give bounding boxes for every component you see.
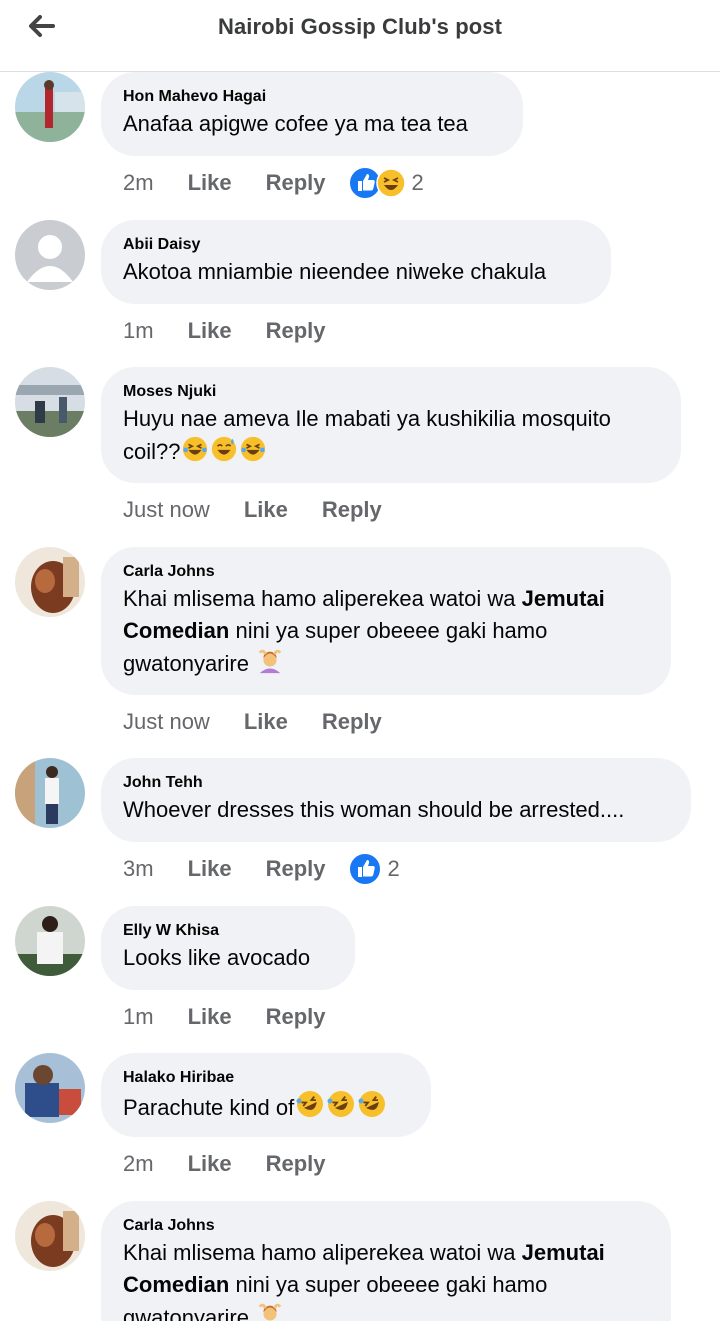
avatar[interactable]: [15, 220, 85, 290]
reply-button[interactable]: Reply: [266, 1004, 326, 1030]
mention-text[interactable]: Jemutai: [522, 586, 605, 611]
comment-bubble: Hon Mahevo Hagai Anafaa apigwe cofee ya …: [101, 72, 523, 156]
comment-actions: 1m Like Reply: [123, 315, 360, 347]
comment-bubble: Carla Johns Khai mlisema hamo aliperekea…: [101, 1201, 671, 1321]
comment-author[interactable]: Elly W Khisa: [123, 920, 333, 942]
laughing-emoji-icon: [241, 436, 266, 462]
comment-time[interactable]: Just now: [123, 709, 210, 735]
rolling-laughing-emoji-icon: [358, 1091, 386, 1117]
comment-time[interactable]: Just now: [123, 497, 210, 523]
laughing-emoji-icon: [375, 168, 406, 198]
like-button[interactable]: Like: [188, 170, 232, 196]
like-button[interactable]: Like: [244, 497, 288, 523]
comment-text-part: gwatonyarire: [123, 651, 256, 676]
comment-time[interactable]: 1m: [123, 318, 154, 344]
thumbs-up-icon: [347, 852, 382, 886]
avatar[interactable]: [15, 72, 85, 142]
like-button[interactable]: Like: [244, 709, 288, 735]
like-button[interactable]: Like: [188, 318, 232, 344]
comment-text: Akotoa mniambie nieendee niweke chakula: [123, 259, 547, 284]
avatar[interactable]: [15, 1201, 85, 1271]
avatar[interactable]: [15, 758, 85, 828]
like-button[interactable]: Like: [188, 856, 232, 882]
reply-button[interactable]: Reply: [266, 1151, 326, 1177]
comment-bubble: Moses Njuki Huyu nae ameva Ile mabati ya…: [101, 367, 681, 483]
comment-text: Anafaa apigwe cofee ya ma tea tea: [123, 111, 468, 136]
avatar[interactable]: [15, 906, 85, 976]
comment-text-line: coil??: [123, 439, 181, 464]
comment-bubble: Abii Daisy Akotoa mniambie nieendee niwe…: [101, 220, 611, 304]
comment-author[interactable]: Carla Johns: [123, 561, 649, 583]
comment-text-part: nini ya super obeeee gaki hamo: [229, 1272, 548, 1297]
sweat-smile-emoji-icon: [212, 436, 237, 462]
avatar[interactable]: [15, 547, 85, 617]
comment-actions: Just now Like Reply: [123, 706, 416, 738]
woman-gesturing-icon: [258, 1303, 282, 1321]
reply-button[interactable]: Reply: [266, 318, 326, 344]
comment-text-line: Huyu nae ameva Ile mabati ya kushikilia …: [123, 406, 611, 431]
reply-button[interactable]: Reply: [322, 497, 382, 523]
comment-bubble: Elly W Khisa Looks like avocado: [101, 906, 355, 990]
comment-text-part: gwatonyarire: [123, 1305, 256, 1321]
comment-time[interactable]: 1m: [123, 1004, 154, 1030]
mention-text[interactable]: Jemutai: [522, 1240, 605, 1265]
comment-text: Whoever dresses this woman should be arr…: [123, 797, 625, 822]
top-bar: Nairobi Gossip Club's post: [0, 0, 720, 72]
reply-button[interactable]: Reply: [322, 709, 382, 735]
comment-text: Huyu nae ameva Ile mabati ya kushikilia …: [123, 403, 659, 468]
comment-bubble: Carla Johns Khai mlisema hamo aliperekea…: [101, 547, 671, 695]
comment-text: Parachute kind of: [123, 1089, 409, 1124]
like-button[interactable]: Like: [188, 1151, 232, 1177]
comment-time[interactable]: 2m: [123, 1151, 154, 1177]
comment-author[interactable]: John Tehh: [123, 772, 669, 794]
reaction-summary[interactable]: 2: [347, 852, 400, 886]
comment-author[interactable]: Hon Mahevo Hagai: [123, 86, 501, 108]
avatar[interactable]: [15, 367, 85, 437]
comment-actions: 3m Like Reply 2: [123, 852, 400, 886]
mention-text[interactable]: Comedian: [123, 1272, 229, 1297]
mention-text[interactable]: Comedian: [123, 618, 229, 643]
laughing-emoji-icon: [183, 436, 208, 462]
comment-text: Khai mlisema hamo aliperekea watoi wa Je…: [123, 583, 649, 680]
comment-actions: 2m Like Reply 2: [123, 166, 424, 200]
reply-button[interactable]: Reply: [266, 170, 326, 196]
comment-author[interactable]: Moses Njuki: [123, 381, 659, 403]
comment-text-part: Khai mlisema hamo aliperekea watoi wa: [123, 1240, 522, 1265]
comment-actions: 2m Like Reply: [123, 1148, 360, 1180]
comment-bubble: John Tehh Whoever dresses this woman sho…: [101, 758, 691, 842]
reaction-summary[interactable]: 2: [347, 166, 424, 200]
comment-text: Khai mlisema hamo aliperekea watoi wa Je…: [123, 1237, 649, 1321]
comment-actions: Just now Like Reply: [123, 494, 416, 526]
comment-time[interactable]: 3m: [123, 856, 154, 882]
comment-author[interactable]: Halako Hiribae: [123, 1067, 409, 1089]
like-button[interactable]: Like: [188, 1004, 232, 1030]
comment-time[interactable]: 2m: [123, 170, 154, 196]
comment-actions: 1m Like Reply: [123, 1001, 360, 1033]
comment-text: Looks like avocado: [123, 945, 311, 970]
rolling-laughing-emoji-icon: [327, 1091, 355, 1117]
avatar[interactable]: [15, 1053, 85, 1123]
rolling-laughing-emoji-icon: [296, 1091, 324, 1117]
page-title: Nairobi Gossip Club's post: [217, 14, 503, 39]
comment-author[interactable]: Carla Johns: [123, 1215, 649, 1237]
comment-author[interactable]: Abii Daisy: [123, 234, 589, 256]
reply-button[interactable]: Reply: [266, 856, 326, 882]
reaction-count: 2: [411, 170, 424, 195]
woman-gesturing-icon: [258, 649, 282, 674]
comment-text-part: nini ya super obeeee gaki hamo: [229, 618, 548, 643]
comment-text-part: Parachute kind of: [123, 1095, 295, 1120]
comment-text-part: Khai mlisema hamo aliperekea watoi wa: [123, 586, 522, 611]
reaction-count: 2: [387, 856, 400, 881]
comment-bubble: Halako Hiribae Parachute kind of: [101, 1053, 431, 1137]
